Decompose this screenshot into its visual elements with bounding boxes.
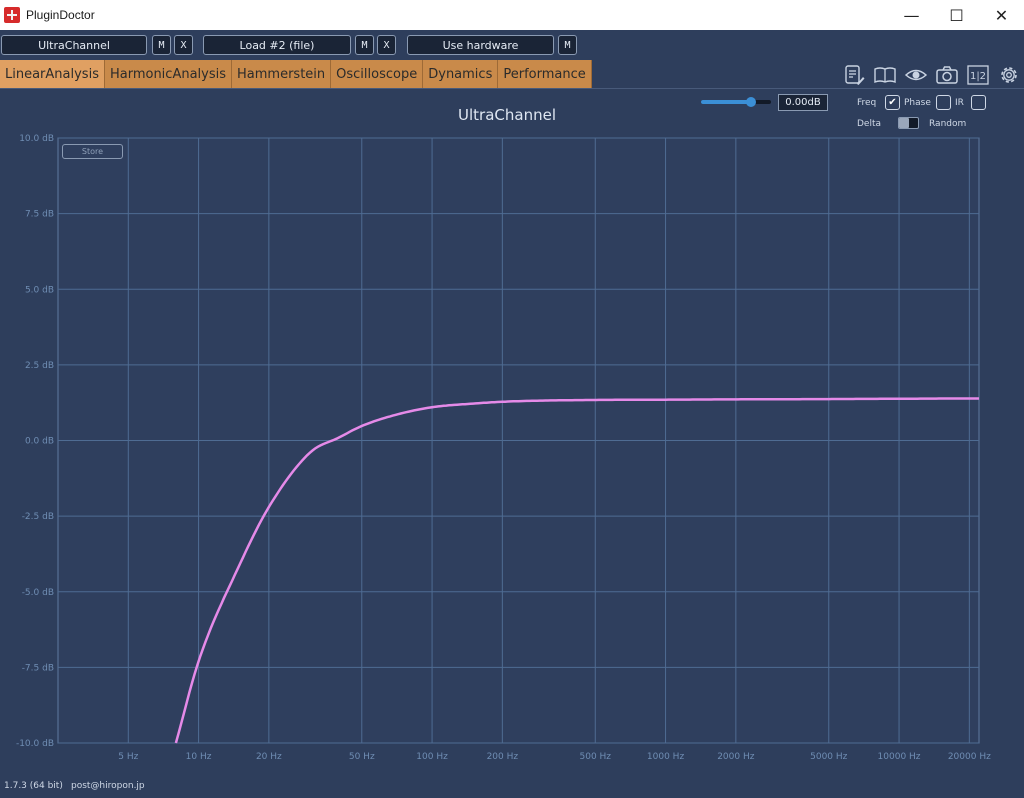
window-controls: — ☐ ✕ [889, 0, 1024, 30]
gear-icon[interactable] [993, 62, 1024, 88]
plugin-slot-1[interactable]: UltraChannel [1, 35, 147, 55]
x-tick-label: 200 Hz [487, 752, 519, 762]
minimize-button[interactable]: — [889, 0, 934, 30]
tab-harmonic-analysis[interactable]: HarmonicAnalysis [104, 60, 233, 88]
y-tick-label: -5.0 dB [22, 588, 54, 598]
title-bar: PluginDoctor — ☐ ✕ [0, 0, 1024, 30]
version-label: 1.7.3 (64 bit) [4, 781, 63, 791]
tab-linear-analysis[interactable]: LinearAnalysis [0, 60, 105, 88]
x-tick-label: 2000 Hz [717, 752, 755, 762]
slot-1-x-button[interactable]: X [174, 35, 193, 55]
x-tick-label: 5 Hz [118, 752, 138, 762]
window-title: PluginDoctor [26, 8, 95, 22]
slot-2-m-button[interactable]: M [355, 35, 374, 55]
slot-3-m-button[interactable]: M [558, 35, 577, 55]
email-label: post@hiropon.jp [71, 781, 145, 791]
y-tick-label: 0.0 dB [25, 437, 54, 447]
app-icon [4, 7, 20, 23]
x-tick-label: 5000 Hz [810, 752, 848, 762]
y-tick-label: 10.0 dB [19, 134, 54, 144]
close-button[interactable]: ✕ [979, 0, 1024, 30]
camera-icon[interactable] [931, 62, 962, 88]
book-icon[interactable] [869, 62, 900, 88]
analysis-tabs: LinearAnalysis HarmonicAnalysis Hammerst… [0, 60, 592, 88]
x-tick-label: 10000 Hz [878, 752, 921, 762]
toolbar-icons: 1|2 [838, 62, 1024, 88]
x-tick-label: 50 Hz [349, 752, 375, 762]
x-tick-label: 20000 Hz [948, 752, 991, 762]
y-tick-label: -2.5 dB [22, 512, 54, 522]
tabs-divider [0, 88, 1024, 89]
compare-icon[interactable]: 1|2 [962, 62, 993, 88]
x-tick-label: 100 Hz [416, 752, 448, 762]
x-tick-label: 1000 Hz [647, 752, 685, 762]
x-tick-label: 10 Hz [186, 752, 212, 762]
y-tick-label: -10.0 dB [16, 739, 54, 749]
gain-slider-fill [701, 100, 751, 104]
frequency-response-plot[interactable]: 10.0 dB 7.5 dB 5.0 dB 2.5 dB 0.0 dB -2.5 dB -5… [0, 130, 1000, 770]
tab-performance[interactable]: Performance [498, 60, 592, 88]
plugin-slot-2[interactable]: Load #2 (file) [203, 35, 351, 55]
slot-1-m-button[interactable]: M [152, 35, 171, 55]
y-tick-label: 2.5 dB [25, 361, 54, 371]
tab-oscilloscope[interactable]: Oscilloscope [331, 60, 424, 88]
maximize-button[interactable]: ☐ [934, 0, 979, 30]
y-tick-label: 7.5 dB [25, 210, 54, 220]
x-tick-label: 20 Hz [256, 752, 282, 762]
tab-hammerstein[interactable]: Hammerstein [232, 60, 332, 88]
slot-2-x-button[interactable]: X [377, 35, 396, 55]
compare-label: 1|2 [969, 71, 985, 82]
eye-icon[interactable] [900, 62, 931, 88]
y-tick-label: -7.5 dB [22, 663, 54, 673]
chart-title: UltraChannel [458, 106, 556, 124]
tab-dynamics[interactable]: Dynamics [423, 60, 499, 88]
store-button[interactable]: Store [62, 144, 123, 159]
notes-icon[interactable] [838, 62, 869, 88]
y-tick-label: 5.0 dB [25, 285, 54, 295]
plugin-slot-3[interactable]: Use hardware [407, 35, 554, 55]
x-tick-label: 500 Hz [580, 752, 612, 762]
plugin-slot-bar: UltraChannel M X Load #2 (file) M X Use … [0, 33, 1024, 55]
